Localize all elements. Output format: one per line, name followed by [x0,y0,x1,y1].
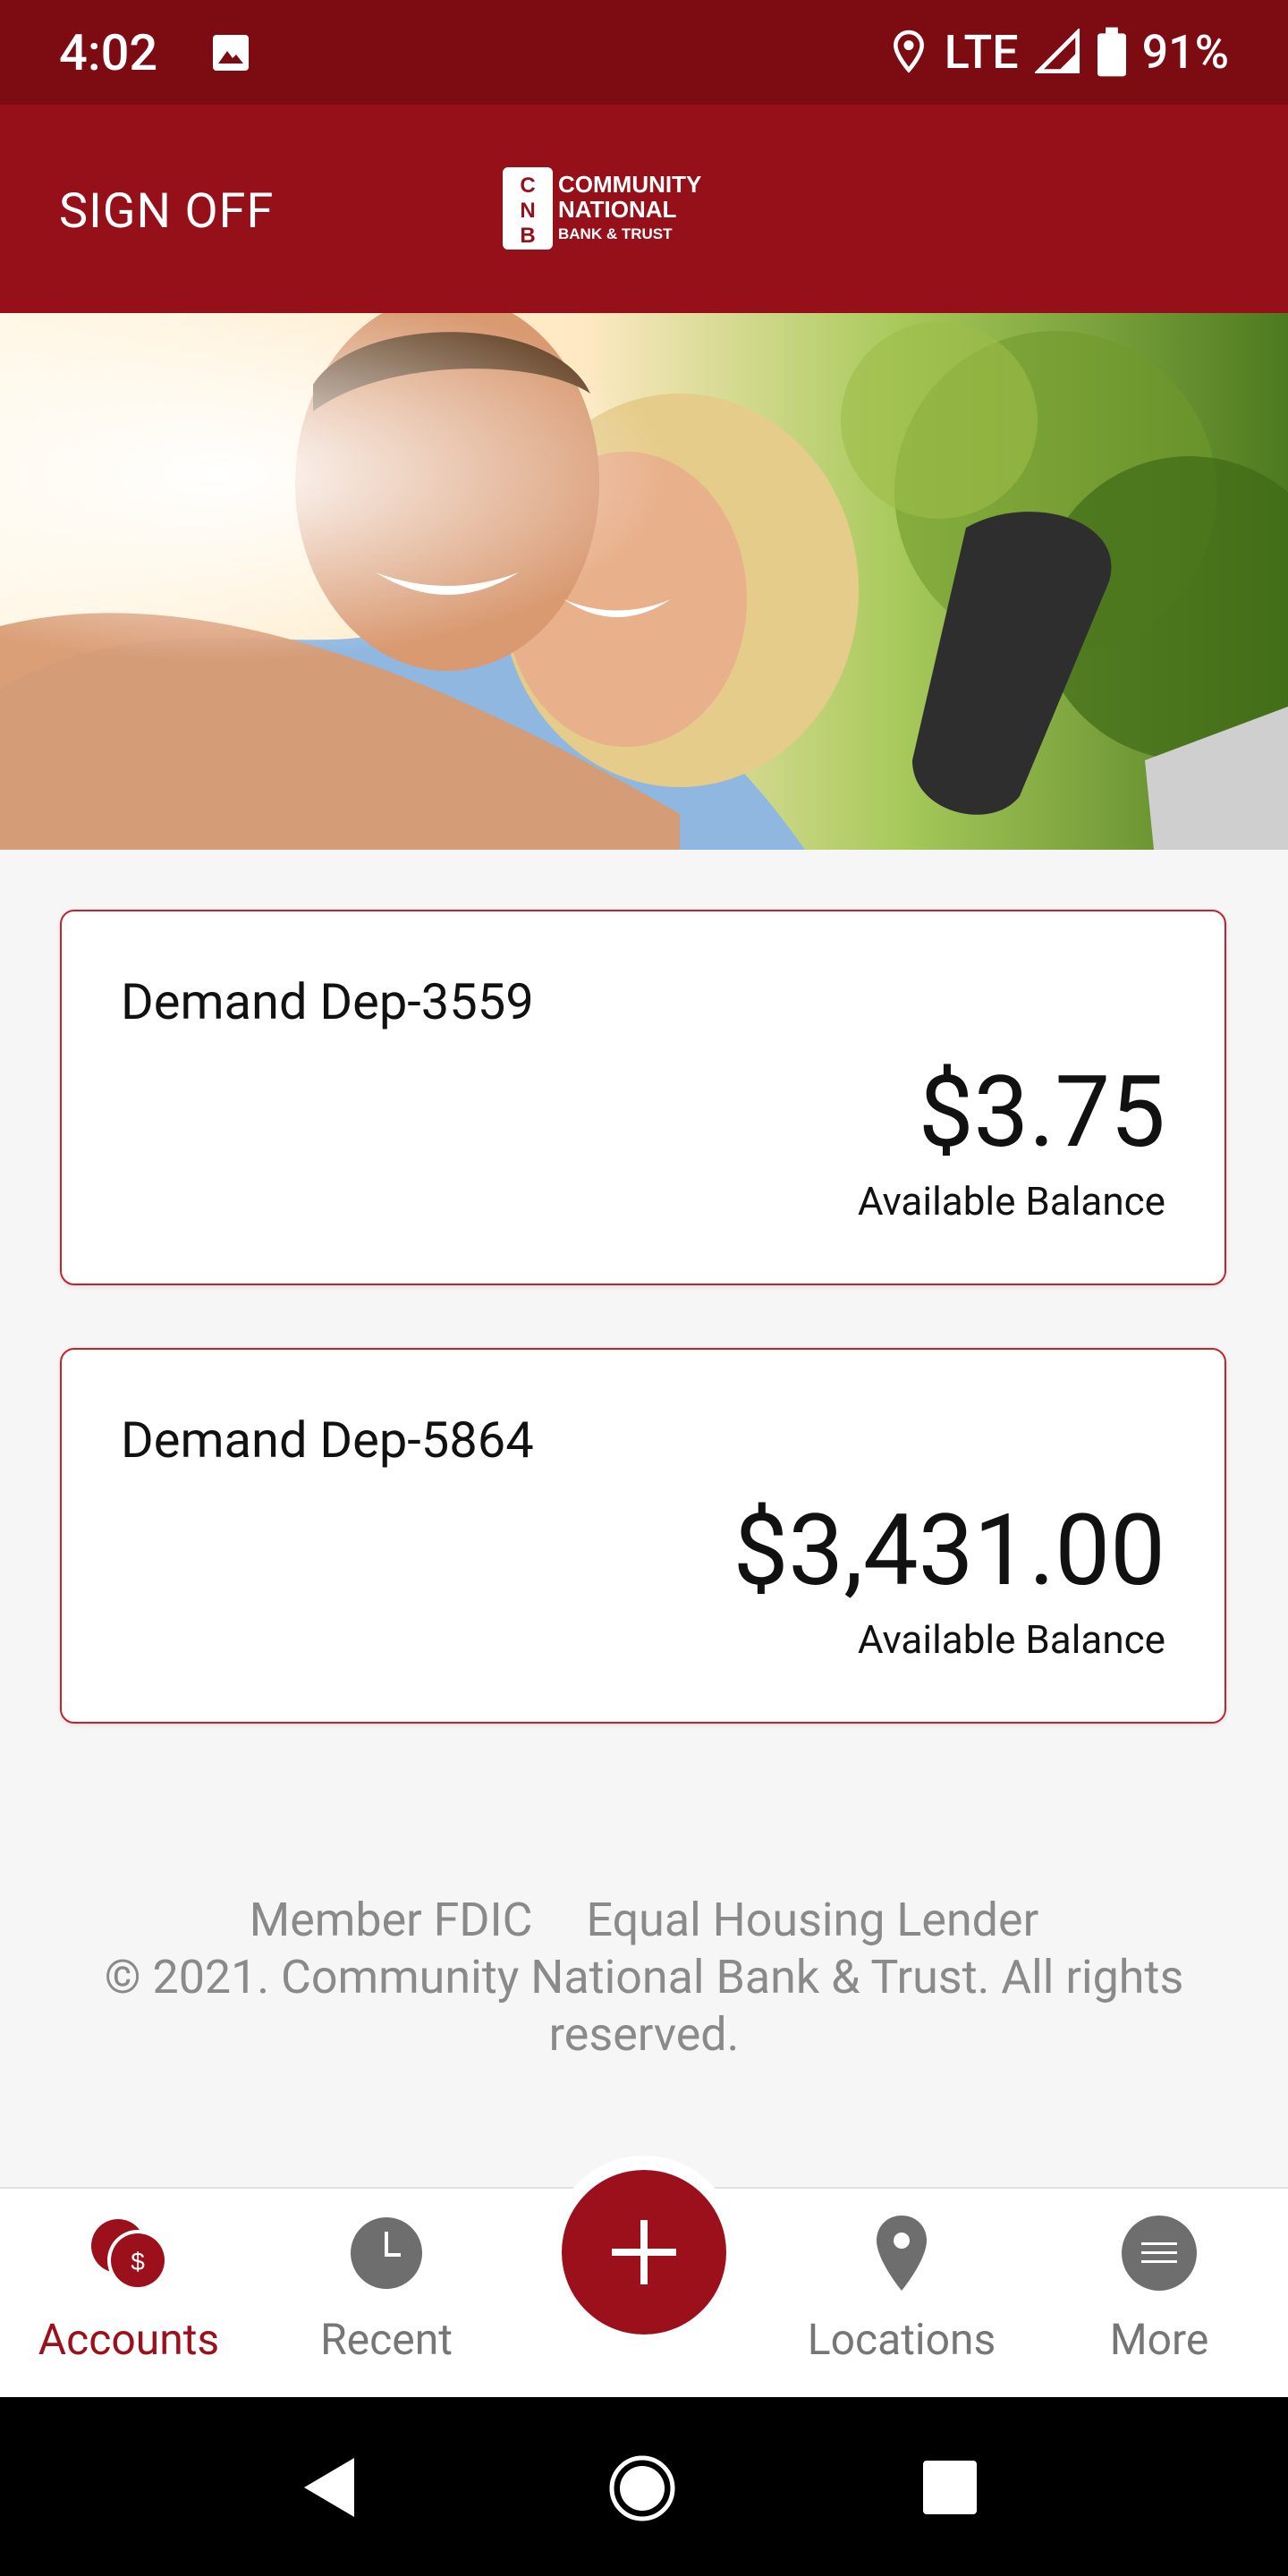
bank-logo: C N B COMMUNITY NATIONAL BANK & TRUST [503,167,701,250]
menu-icon [1122,2216,1197,2291]
network-type: LTE [944,24,1019,80]
nav-more[interactable]: More [1030,2189,1288,2399]
recents-icon[interactable] [921,2459,979,2516]
status-indicators: LTE 91% [889,23,1229,80]
nav-accounts-label: Accounts [38,2314,220,2365]
nav-accounts[interactable]: $ Accounts [0,2189,258,2399]
battery-icon [1097,27,1126,77]
account-card[interactable]: Demand Dep-3559 $3.75 Available Balance [60,910,1226,1285]
footer-disclosures: Member FDIC Equal Housing Lender © 2021. … [59,1892,1229,2063]
balance-label: Available Balance [857,1178,1165,1224]
housing-text: Equal Housing Lender [586,1893,1039,1947]
hero-banner-image [0,313,1288,850]
svg-text:$: $ [131,2248,145,2275]
add-action-button[interactable] [562,2170,726,2334]
image-notification-icon [213,35,249,71]
fdic-text: Member FDIC [249,1893,533,1947]
clock-icon [351,2217,422,2289]
back-icon[interactable] [301,2456,363,2519]
accounts-dollar-icon: $ [91,2219,168,2291]
status-bar: 4:02 LTE 91% [0,0,1288,105]
account-balance: $3,431.00 [733,1493,1165,1608]
svg-text:BANK & TRUST: BANK & TRUST [558,225,673,242]
signal-icon [1034,29,1080,74]
svg-text:COMMUNITY: COMMUNITY [558,171,701,198]
copyright-text: © 2021. Community National Bank & Trust.… [104,1950,1184,2062]
nav-recent-label: Recent [320,2314,453,2365]
nav-more-label: More [1109,2314,1209,2365]
home-icon[interactable] [608,2454,676,2522]
sign-off-button[interactable]: SIGN OFF [59,183,274,240]
nav-locations-label: Locations [807,2314,996,2365]
account-balance: $3.75 [918,1055,1165,1170]
svg-text:NATIONAL: NATIONAL [558,196,677,223]
svg-text:B: B [520,224,535,248]
svg-text:C: C [520,174,535,198]
plus-icon [612,2220,676,2284]
system-navigation-bar [0,2397,1288,2576]
battery-percent: 91% [1141,24,1229,80]
status-time: 4:02 [59,23,158,82]
nav-locations[interactable]: Locations [773,2189,1030,2399]
balance-label: Available Balance [857,1616,1165,1663]
svg-text:N: N [520,199,535,223]
account-name: Demand Dep-5864 [121,1411,534,1470]
account-name: Demand Dep-3559 [121,972,534,1031]
map-pin-icon [877,2216,927,2291]
app-header: SIGN OFF C N B COMMUNITY NATIONAL BANK &… [0,105,1288,313]
nav-recent[interactable]: Recent [258,2189,515,2399]
location-icon [893,30,924,73]
account-card[interactable]: Demand Dep-5864 $3,431.00 Available Bala… [60,1348,1226,1724]
